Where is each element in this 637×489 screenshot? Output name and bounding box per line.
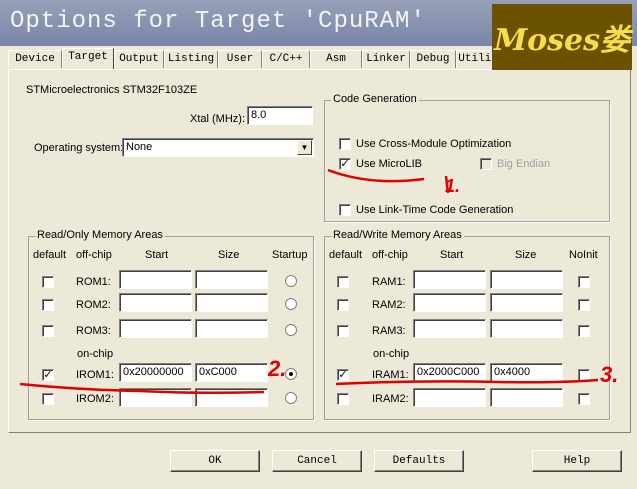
annotation-two: 2. [268, 356, 287, 381]
annotation-one: 1. [445, 176, 461, 196]
red-annotation-strokes [19, 168, 599, 395]
annotation-three: 3. [600, 362, 619, 387]
